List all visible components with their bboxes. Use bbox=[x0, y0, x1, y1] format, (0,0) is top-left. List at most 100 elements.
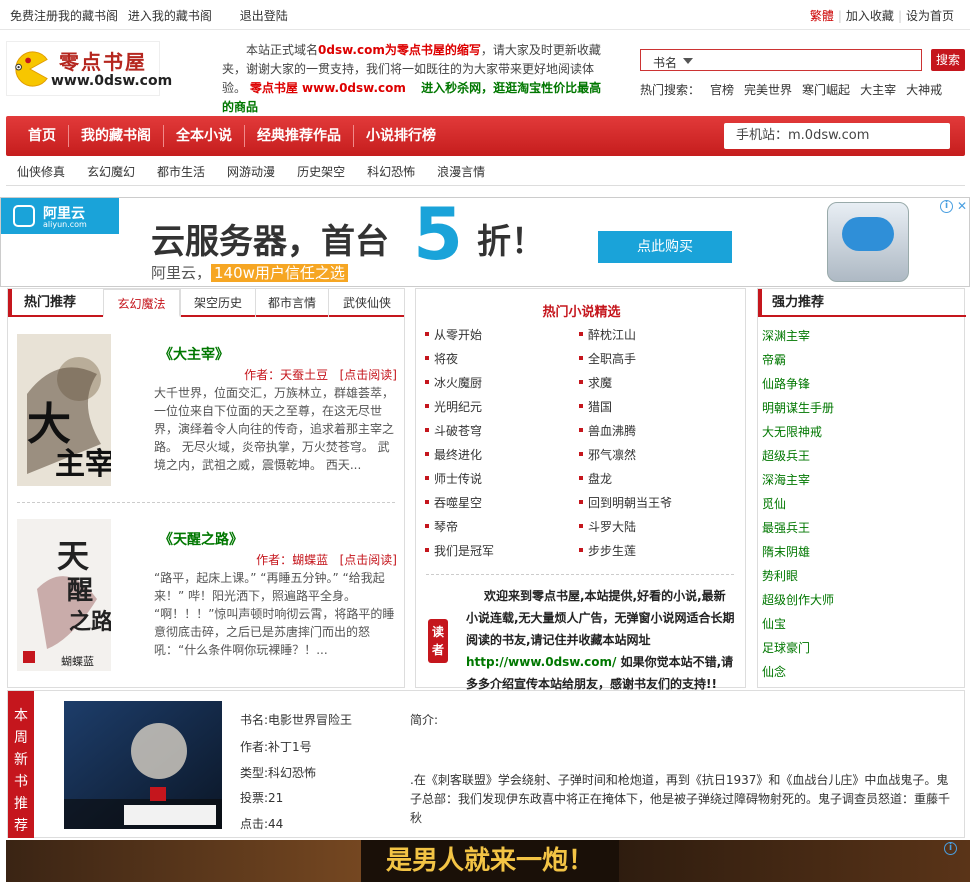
recommend-link[interactable]: 足球豪门 bbox=[762, 639, 810, 656]
pacman-logo-icon bbox=[15, 51, 48, 87]
novel-link[interactable]: 从零开始 bbox=[424, 326, 482, 343]
novel-link[interactable]: 步步生莲 bbox=[578, 542, 636, 559]
category-item[interactable]: 网游动漫 bbox=[227, 163, 275, 180]
top-bar: 免费注册我的藏书阁 进入我的藏书阁 退出登陆 繁體 | 加入收藏 | 设为首页 bbox=[0, 0, 970, 30]
welcome-url[interactable]: http://www.0dsw.com/ bbox=[466, 655, 616, 669]
weekly-book-name[interactable]: 书名:电影世界冒险王 bbox=[240, 711, 352, 728]
novel-link[interactable]: 斗破苍穹 bbox=[424, 422, 482, 439]
mobile-site-link[interactable]: 手机站：m.0dsw.com bbox=[724, 123, 950, 149]
ad-info-icon[interactable]: i bbox=[944, 842, 957, 855]
nav-item-classic-picks[interactable]: 经典推荐作品 bbox=[245, 116, 353, 156]
novel-link[interactable]: 求魔 bbox=[578, 374, 612, 391]
bottom-banner-ad[interactable]: 是男人就来一炮！ i bbox=[6, 840, 970, 882]
svg-text:大: 大 bbox=[27, 399, 71, 450]
weekly-label: 本 周 新 书 推 荐 bbox=[8, 691, 34, 838]
recommend-link[interactable]: 隋末阴雄 bbox=[762, 543, 810, 560]
ad-buy-button[interactable]: 点此购买 bbox=[598, 231, 732, 263]
novel-link[interactable]: 斗罗大陆 bbox=[578, 518, 636, 535]
novel-link[interactable]: 我们是冠军 bbox=[424, 542, 494, 559]
register-link[interactable]: 免费注册我的藏书阁 bbox=[10, 9, 118, 23]
novel-link[interactable]: 冰火魔厨 bbox=[424, 374, 482, 391]
nav-item-my-collection[interactable]: 我的藏书阁 bbox=[69, 116, 163, 156]
novel-link[interactable]: 盘龙 bbox=[578, 470, 612, 487]
chevron-down-icon[interactable] bbox=[683, 58, 693, 64]
ad-subline-a: 阿里云， bbox=[151, 264, 212, 282]
book-card: 天 醒 之路 蝴蝶蓝 《天醒之路》 作者：蝴蝶蓝 [点击阅读] “路平，起床上课… bbox=[17, 519, 397, 684]
recommend-link[interactable]: 深渊主宰 bbox=[762, 327, 810, 344]
notice-site-link[interactable]: 零点书屋 www.0dsw.com bbox=[250, 81, 406, 95]
recommend-link[interactable]: 势利眼 bbox=[762, 567, 798, 584]
category-item[interactable]: 玄幻魔幻 bbox=[87, 163, 135, 180]
recommend-link[interactable]: 超级兵王 bbox=[762, 447, 810, 464]
novel-link[interactable]: 将夜 bbox=[424, 350, 458, 367]
search-button[interactable]: 搜索 bbox=[931, 49, 965, 71]
search-type-select[interactable]: 书名 bbox=[653, 54, 677, 71]
novel-link[interactable]: 回到明朝当王爷 bbox=[578, 494, 672, 511]
category-item[interactable]: 浪漫言情 bbox=[437, 163, 485, 180]
tab-urban[interactable]: 都市言情 bbox=[255, 289, 328, 317]
novel-link[interactable]: 师士传说 bbox=[424, 470, 482, 487]
traditional-link[interactable]: 繁體 bbox=[806, 9, 838, 23]
novel-link[interactable]: 最终进化 bbox=[424, 446, 482, 463]
weekly-label-char: 周 bbox=[14, 730, 28, 746]
book-author: 作者：天蚕土豆 [点击阅读] bbox=[244, 366, 397, 383]
enter-collection-link[interactable]: 进入我的藏书阁 bbox=[128, 9, 212, 23]
category-item[interactable]: 仙侠修真 bbox=[17, 163, 65, 180]
novel-link[interactable]: 醉枕江山 bbox=[578, 326, 636, 343]
hot-search-item[interactable]: 大主宰 bbox=[860, 83, 896, 97]
hot-novels-panel: 热门小说精选 从零开始 将夜 冰火魔厨 光明纪元 斗破苍穹 最终进化 师士传说 … bbox=[415, 288, 746, 691]
recommend-link[interactable]: 深海主宰 bbox=[762, 471, 810, 488]
search-input[interactable] bbox=[701, 51, 919, 69]
hot-search-item[interactable]: 官榜 bbox=[710, 83, 734, 97]
site-logo[interactable]: 零点书屋 www.0dsw.com bbox=[6, 41, 172, 96]
add-favorite-link[interactable]: 加入收藏 bbox=[842, 9, 898, 23]
hot-search-item[interactable]: 寒门崛起 bbox=[802, 83, 850, 97]
recommend-link[interactable]: 觅仙 bbox=[762, 495, 786, 512]
tab-fantasy[interactable]: 玄幻魔法 bbox=[103, 289, 180, 317]
recommend-link[interactable]: 仙路争锋 bbox=[762, 375, 810, 392]
nav-item-home[interactable]: 首页 bbox=[6, 116, 68, 156]
ad-info-icon[interactable]: i bbox=[940, 200, 953, 213]
tab-wuxia[interactable]: 武侠仙侠 bbox=[328, 289, 405, 317]
aliyun-banner-ad[interactable]: 阿里云 aliyun.com 云服务器，首台 5 折！ 阿里云， 140w用户信任… bbox=[0, 192, 970, 287]
read-link[interactable]: [点击阅读] bbox=[340, 368, 397, 382]
nav-item-complete-novels[interactable]: 全本小说 bbox=[164, 116, 244, 156]
hot-search-item[interactable]: 完美世界 bbox=[744, 83, 792, 97]
ad-text: 是男人就来一炮！ bbox=[361, 840, 619, 882]
category-item[interactable]: 历史架空 bbox=[297, 163, 345, 180]
recommend-link[interactable]: 超级创作大师 bbox=[762, 591, 834, 608]
nav-item-rankings[interactable]: 小说排行榜 bbox=[354, 116, 448, 156]
recommend-link[interactable]: 明朝谋生手册 bbox=[762, 399, 834, 416]
book-description: 大千世界，位面交汇，万族林立，群雄荟萃，一位位来自下位面的天之至尊，在这无尽世界… bbox=[154, 386, 395, 472]
book-cover[interactable]: 大 主宰 bbox=[17, 334, 111, 486]
book-cover[interactable] bbox=[64, 701, 222, 829]
category-item[interactable]: 都市生活 bbox=[157, 163, 205, 180]
panel-title: 热门推荐 bbox=[8, 289, 102, 317]
recommend-link[interactable]: 仙宝 bbox=[762, 615, 786, 632]
novel-link[interactable]: 邪气凛然 bbox=[578, 446, 636, 463]
hot-search-item[interactable]: 大神戒 bbox=[906, 83, 942, 97]
novel-link[interactable]: 光明纪元 bbox=[424, 398, 482, 415]
ad-close-icon[interactable]: ✕ bbox=[957, 199, 967, 213]
recommend-link[interactable]: 最强兵王 bbox=[762, 519, 810, 536]
recommend-link[interactable]: 仙念 bbox=[762, 663, 786, 680]
divider bbox=[426, 574, 734, 575]
novel-link[interactable]: 吞噬星空 bbox=[424, 494, 482, 511]
main-nav: 首页 我的藏书阁 全本小说 经典推荐作品 小说排行榜 手机站：m.0dsw.co… bbox=[6, 116, 965, 156]
recommend-link[interactable]: 大无限神戒 bbox=[762, 423, 822, 440]
book-cover[interactable]: 天 醒 之路 蝴蝶蓝 bbox=[17, 519, 111, 671]
novel-link[interactable]: 猎国 bbox=[578, 398, 612, 415]
book-title[interactable]: 《天醒之路》 bbox=[159, 529, 243, 549]
ad-discount-number: 5 bbox=[413, 192, 464, 276]
set-homepage-link[interactable]: 设为首页 bbox=[902, 9, 958, 23]
tab-history[interactable]: 架空历史 bbox=[180, 289, 255, 317]
category-item[interactable]: 科幻恐怖 bbox=[367, 163, 415, 180]
aliyun-domain: aliyun.com bbox=[43, 220, 87, 229]
recommend-link[interactable]: 帝霸 bbox=[762, 351, 786, 368]
novel-link[interactable]: 琴帝 bbox=[424, 518, 458, 535]
novel-link[interactable]: 兽血沸腾 bbox=[578, 422, 636, 439]
read-link[interactable]: [点击阅读] bbox=[340, 553, 397, 567]
novel-link[interactable]: 全职高手 bbox=[578, 350, 636, 367]
logout-link[interactable]: 退出登陆 bbox=[240, 9, 288, 23]
book-title[interactable]: 《大主宰》 bbox=[159, 344, 229, 364]
